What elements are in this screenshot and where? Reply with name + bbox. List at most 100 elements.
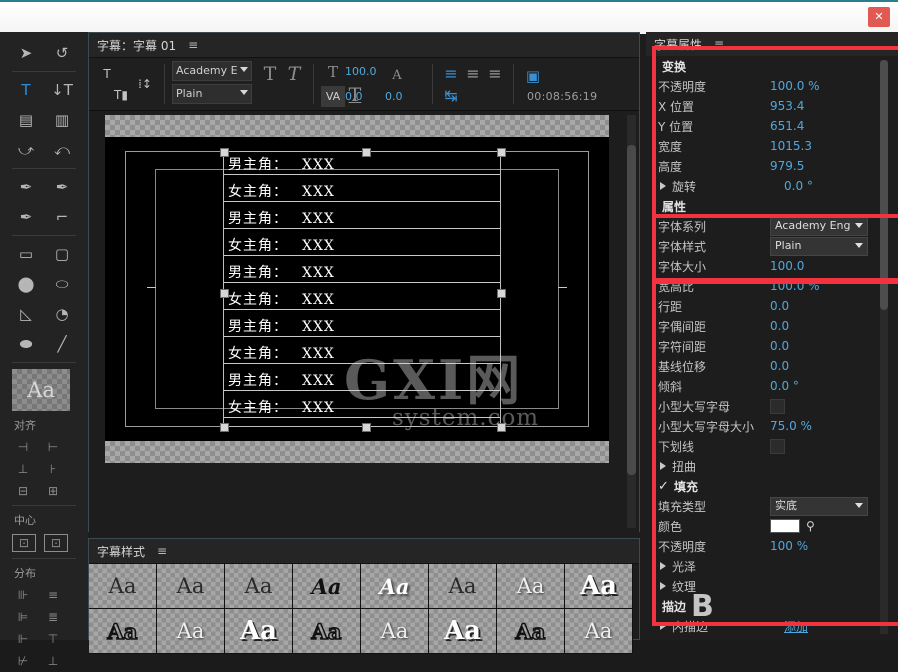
property-row[interactable]: 不透明度 100.0 % [646,76,898,96]
property-row[interactable]: 颜色 ⚲ [646,516,898,536]
show-video-icon[interactable]: ▣ [521,66,545,87]
convert-anchor-tool-icon[interactable]: ⌐ [44,202,80,232]
rotate-tool-icon[interactable]: ↺ [44,38,80,68]
align-left-icon[interactable]: ≡ [440,64,462,83]
property-row[interactable]: ✓ 填充 [646,476,898,496]
rounded-rect-tool-icon[interactable]: ▢ [44,239,80,269]
triangle-tool-icon[interactable]: ◺ [8,299,44,329]
property-row[interactable]: 字体系列 Academy Eng [646,216,898,236]
property-row[interactable]: 字偶间距 0.0 [646,316,898,336]
property-row[interactable]: 不透明度 100 % [646,536,898,556]
property-value[interactable]: 0.0 [770,339,789,353]
property-row[interactable]: Y 位置 651.4 [646,116,898,136]
align-button-0-icon[interactable]: ⊣ [8,436,38,458]
bold-icon[interactable]: T [258,63,282,85]
timecode-field[interactable]: 00:08:56:19 [527,90,597,103]
property-row[interactable]: 字体样式 Plain [646,236,898,256]
style-swatch[interactable]: Aa [565,564,633,609]
resize-handle[interactable] [220,289,229,298]
property-row[interactable]: 字体大小 100.0 [646,256,898,276]
align-button-5-icon[interactable]: ⊞ [38,480,68,502]
pen-tool-icon[interactable]: ✒ [8,172,44,202]
fill-checkbox[interactable]: ✓ [658,479,669,494]
style-swatch[interactable]: Aa [225,609,293,654]
vertical-type-tool-icon[interactable]: ↓T [44,75,80,105]
property-row[interactable]: 行距 0.0 [646,296,898,316]
property-value[interactable]: 0.0 ° [770,379,799,393]
delete-anchor-tool-icon[interactable]: ✒ [44,172,80,202]
current-style-preview[interactable]: Aa [12,369,70,411]
properties-menu-icon[interactable]: ≡ [714,37,724,51]
style-swatch[interactable]: Aa [429,609,497,654]
property-row[interactable]: 纹理 [646,576,898,596]
property-row[interactable]: 扭曲 [646,456,898,476]
distribute-button-3-icon[interactable]: ≣ [38,606,68,628]
property-row[interactable]: 小型大写字母大小 75.0 % [646,416,898,436]
property-row[interactable]: 字符间距 0.0 [646,336,898,356]
style-swatch[interactable]: Aa [429,564,497,609]
color-swatch[interactable] [770,519,800,533]
vertical-path-type-tool-icon[interactable]: ⤺ [44,135,80,165]
property-row[interactable]: X 位置 953.4 [646,96,898,116]
style-swatch[interactable]: Aa [497,609,565,654]
property-dropdown[interactable]: 实底 [770,496,868,516]
twirl-arrow-icon[interactable] [660,462,666,470]
property-dropdown[interactable]: Plain [770,236,868,256]
property-checkbox[interactable] [770,438,785,454]
property-value[interactable]: 1015.3 [770,139,812,153]
distribute-button-7-icon[interactable]: ⊥ [38,650,68,672]
style-swatch[interactable]: Aa [89,564,157,609]
properties-scrollbar-thumb[interactable] [880,60,888,310]
property-value[interactable]: 953.4 [770,99,804,113]
property-row[interactable]: 变换 [646,56,898,76]
twirl-arrow-icon[interactable] [660,622,666,630]
resize-handle[interactable] [362,423,371,432]
add-anchor-tool-icon[interactable]: ✒ [8,202,44,232]
property-row[interactable]: 填充类型 实底 [646,496,898,516]
line-tool-icon[interactable]: ╱ [44,329,80,359]
twirl-arrow-icon[interactable] [660,582,666,590]
property-row[interactable]: 基线位移 0.0 [646,356,898,376]
property-value[interactable]: 100.0 [770,259,804,273]
eyedropper-icon[interactable]: ⚲ [806,519,815,533]
property-row[interactable]: 下划线 [646,436,898,456]
distribute-button-6-icon[interactable]: ⊬ [8,650,38,672]
resize-handle[interactable] [220,148,229,157]
tab-icon[interactable]: ↹ [440,86,462,105]
align-button-2-icon[interactable]: ⊥ [8,458,38,480]
style-swatch[interactable]: Aa [293,609,361,654]
property-row[interactable]: 描边 [646,596,898,616]
leading-value[interactable]: 0.0 [385,90,425,103]
area-type-tool-icon[interactable]: ▤ [8,105,44,135]
distribute-button-2-icon[interactable]: ⊫ [8,606,38,628]
rectangle-tool-icon[interactable]: ▭ [8,239,44,269]
ellipse-tool-icon[interactable]: ⬬ [8,329,44,359]
align-button-3-icon[interactable]: ⊦ [38,458,68,480]
property-value[interactable]: 75.0 % [770,419,812,433]
underline-icon[interactable]: T [343,84,367,106]
title-canvas[interactable]: 男主角： XXX 女主角： XXX 男主角： XXX 女主角： XXX 男主角： XXX 女主角： X… [89,111,639,532]
property-checkbox[interactable] [770,398,785,414]
distribute-button-5-icon[interactable]: ⊤ [38,628,68,650]
selection-tool-icon[interactable]: ➤ [8,38,44,68]
wedge-tool-icon[interactable]: ⬭ [44,269,80,299]
canvas-scrollbar-thumb[interactable] [627,145,636,475]
property-row[interactable]: 倾斜 0.0 ° [646,376,898,396]
text-bounding-box[interactable]: 男主角： XXX 女主角： XXX 男主角： XXX 女主角： XXX 男主角： XXX 女主角： X… [220,148,506,432]
property-value[interactable]: 0.0 [770,299,789,313]
vertical-area-type-tool-icon[interactable]: ▥ [44,105,80,135]
font-style-select[interactable]: Plain [172,84,252,104]
style-swatch[interactable]: Aa [361,609,429,654]
font-size-value[interactable]: 100.0 [345,65,385,78]
distribute-button-0-icon[interactable]: ⊪ [8,584,38,606]
property-row[interactable]: 小型大写字母 [646,396,898,416]
resize-handle[interactable] [497,289,506,298]
property-value[interactable]: 添加 [784,618,808,635]
canvas-scrollbar[interactable] [627,115,636,528]
property-row[interactable]: 内描边 添加 [646,616,898,636]
monitor-menu-icon[interactable]: ≡ [188,38,198,52]
property-dropdown[interactable]: Academy Eng [770,216,868,236]
property-row[interactable]: 宽高比 100.0 % [646,276,898,296]
font-family-select[interactable]: Academy E [172,61,252,81]
close-icon[interactable]: ✕ [868,7,890,27]
